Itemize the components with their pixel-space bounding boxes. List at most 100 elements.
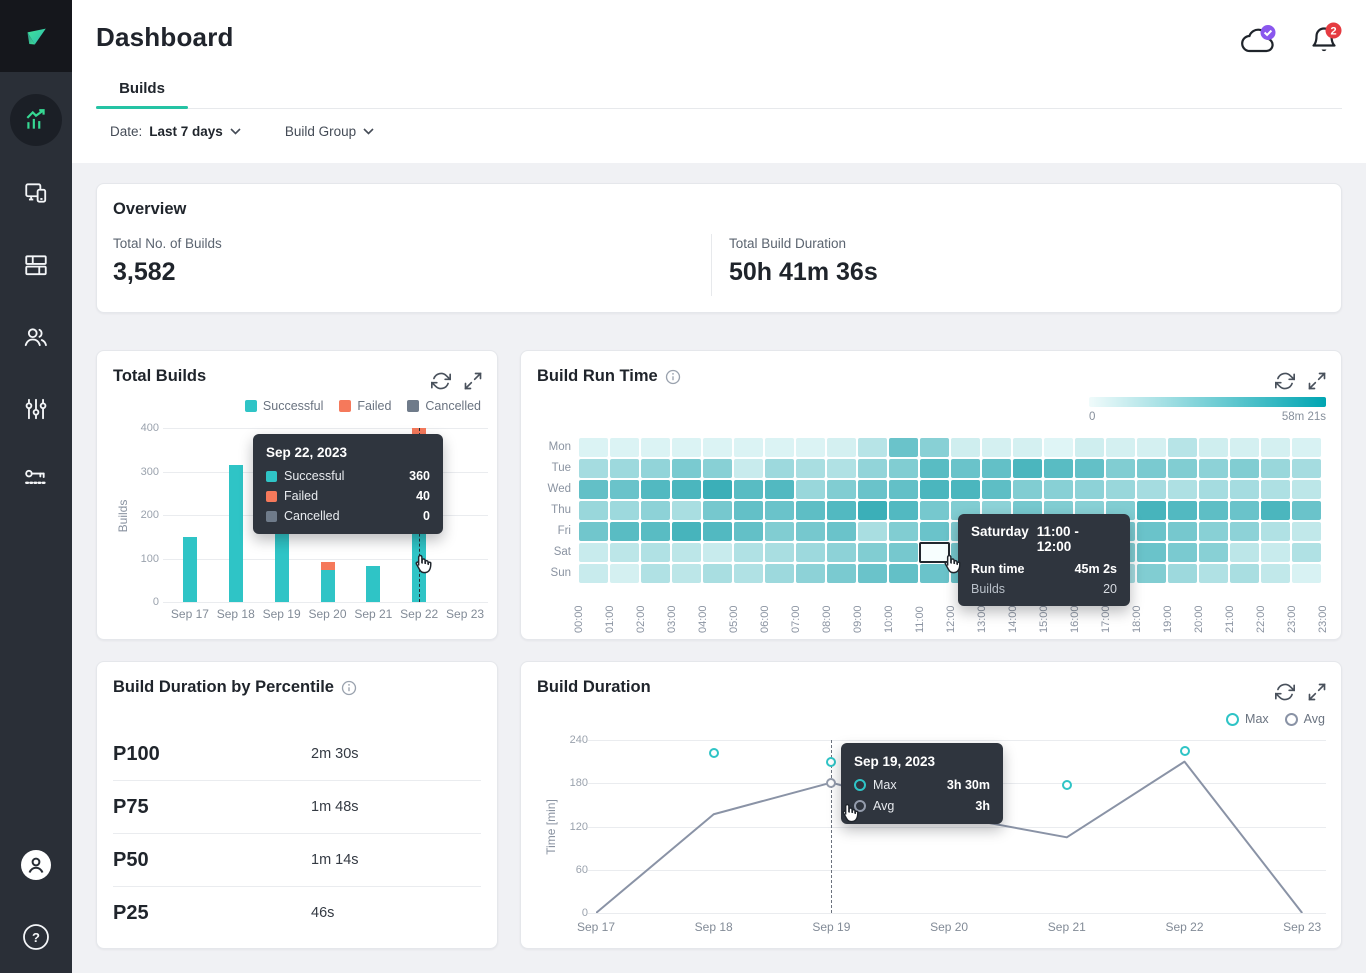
heatmap-cell[interactable] xyxy=(579,501,608,520)
heatmap-cell[interactable] xyxy=(734,522,763,541)
heatmap-cell[interactable] xyxy=(1230,459,1259,478)
heatmap-cell[interactable] xyxy=(1292,543,1321,562)
heatmap-cell[interactable] xyxy=(703,543,732,562)
heatmap-cell[interactable] xyxy=(641,522,670,541)
heatmap-cell[interactable] xyxy=(982,480,1011,499)
heatmap-cell[interactable] xyxy=(827,438,856,457)
heatmap-cell[interactable] xyxy=(610,564,639,583)
heatmap-cell[interactable] xyxy=(765,480,794,499)
heatmap-cell[interactable] xyxy=(672,438,701,457)
heatmap-cell[interactable] xyxy=(1199,543,1228,562)
heatmap-cell[interactable] xyxy=(796,501,825,520)
heatmap-cell[interactable] xyxy=(1106,480,1135,499)
heatmap-cell[interactable] xyxy=(1261,564,1290,583)
heatmap-cell[interactable] xyxy=(889,522,918,541)
avg-hover-point[interactable] xyxy=(826,778,836,788)
heatmap-cell[interactable] xyxy=(858,543,887,562)
heatmap-cell[interactable] xyxy=(889,438,918,457)
heatmap-cell[interactable] xyxy=(920,522,949,541)
max-point[interactable] xyxy=(826,757,836,767)
heatmap-cell[interactable] xyxy=(641,459,670,478)
heatmap-cell[interactable] xyxy=(579,564,608,583)
heatmap-cell[interactable] xyxy=(1199,480,1228,499)
heatmap-cell[interactable] xyxy=(827,543,856,562)
heatmap-cell[interactable] xyxy=(920,480,949,499)
heatmap-cell[interactable] xyxy=(1292,438,1321,457)
heatmap-cell[interactable] xyxy=(858,522,887,541)
heatmap-cell[interactable] xyxy=(734,501,763,520)
heatmap-cell[interactable] xyxy=(734,543,763,562)
heatmap-cell[interactable] xyxy=(641,480,670,499)
heatmap-cell[interactable] xyxy=(889,480,918,499)
heatmap-cell[interactable] xyxy=(858,501,887,520)
heatmap-cell[interactable] xyxy=(1106,459,1135,478)
build-group-dropdown[interactable]: Build Group xyxy=(285,124,374,139)
heatmap-cell[interactable] xyxy=(1137,543,1166,562)
heatmap-cell[interactable] xyxy=(982,459,1011,478)
heatmap-cell[interactable] xyxy=(1044,459,1073,478)
heatmap-cell[interactable] xyxy=(858,564,887,583)
heatmap-cell[interactable] xyxy=(610,438,639,457)
heatmap-cell[interactable] xyxy=(672,543,701,562)
heatmap-cell[interactable] xyxy=(1137,438,1166,457)
date-filter-dropdown[interactable]: Date: Last 7 days xyxy=(110,124,241,139)
max-point[interactable] xyxy=(709,748,719,758)
user-avatar[interactable] xyxy=(0,849,72,881)
heatmap-cell[interactable] xyxy=(1261,501,1290,520)
heatmap-cell[interactable] xyxy=(1199,501,1228,520)
heatmap-cell[interactable] xyxy=(796,438,825,457)
sidebar-item-devices[interactable] xyxy=(0,180,72,206)
heatmap-cell[interactable] xyxy=(889,564,918,583)
heatmap-cell[interactable] xyxy=(951,438,980,457)
cloud-status-button[interactable] xyxy=(1240,24,1278,58)
heatmap-cell[interactable] xyxy=(672,459,701,478)
heatmap-cell[interactable] xyxy=(641,501,670,520)
heatmap-cell[interactable] xyxy=(1168,438,1197,457)
bar-failed[interactable] xyxy=(321,562,335,570)
heatmap-cell[interactable] xyxy=(920,438,949,457)
heatmap-cell[interactable] xyxy=(734,438,763,457)
heatmap-cell[interactable] xyxy=(889,459,918,478)
heatmap-cell[interactable] xyxy=(765,564,794,583)
notifications-button[interactable]: 2 xyxy=(1306,22,1346,60)
heatmap-cell[interactable] xyxy=(1261,522,1290,541)
heatmap-cell[interactable] xyxy=(672,564,701,583)
heatmap-cell[interactable] xyxy=(1230,564,1259,583)
heatmap-cell[interactable] xyxy=(765,459,794,478)
heatmap-cell[interactable] xyxy=(1013,438,1042,457)
heatmap-cell[interactable] xyxy=(579,459,608,478)
heatmap-cell[interactable] xyxy=(1168,459,1197,478)
sidebar-item-analytics[interactable] xyxy=(0,94,72,146)
heatmap-cell[interactable] xyxy=(610,459,639,478)
heatmap-cell[interactable] xyxy=(889,501,918,520)
heatmap-cell[interactable] xyxy=(827,501,856,520)
heatmap-cell[interactable] xyxy=(1292,459,1321,478)
heatmap-cell[interactable] xyxy=(1013,459,1042,478)
heatmap-cell[interactable] xyxy=(920,459,949,478)
heatmap-cell[interactable] xyxy=(1261,543,1290,562)
heatmap-cell[interactable] xyxy=(1137,522,1166,541)
heatmap-cell[interactable] xyxy=(1292,522,1321,541)
heatmap-cell[interactable] xyxy=(765,522,794,541)
heatmap-cell[interactable] xyxy=(641,438,670,457)
heatmap-cell[interactable] xyxy=(672,480,701,499)
heatmap-cell[interactable] xyxy=(1199,564,1228,583)
heatmap-cell[interactable] xyxy=(982,438,1011,457)
heatmap-cell[interactable] xyxy=(765,438,794,457)
bar-successful[interactable] xyxy=(366,566,380,602)
heatmap-cell[interactable] xyxy=(1292,564,1321,583)
heatmap-cell[interactable] xyxy=(1075,438,1104,457)
heatmap-cell[interactable] xyxy=(1230,438,1259,457)
heatmap-cell[interactable] xyxy=(703,501,732,520)
heatmap-cell[interactable] xyxy=(827,480,856,499)
heatmap-cell[interactable] xyxy=(858,480,887,499)
info-icon[interactable] xyxy=(341,680,357,696)
heatmap-cell[interactable] xyxy=(641,564,670,583)
heatmap-cell[interactable] xyxy=(1168,564,1197,583)
sidebar-item-layout[interactable] xyxy=(0,252,72,278)
heatmap-cell[interactable] xyxy=(734,480,763,499)
heatmap-cell[interactable] xyxy=(1168,543,1197,562)
heatmap-cell[interactable] xyxy=(827,564,856,583)
heatmap-cell[interactable] xyxy=(1137,459,1166,478)
heatmap-cell[interactable] xyxy=(920,501,949,520)
